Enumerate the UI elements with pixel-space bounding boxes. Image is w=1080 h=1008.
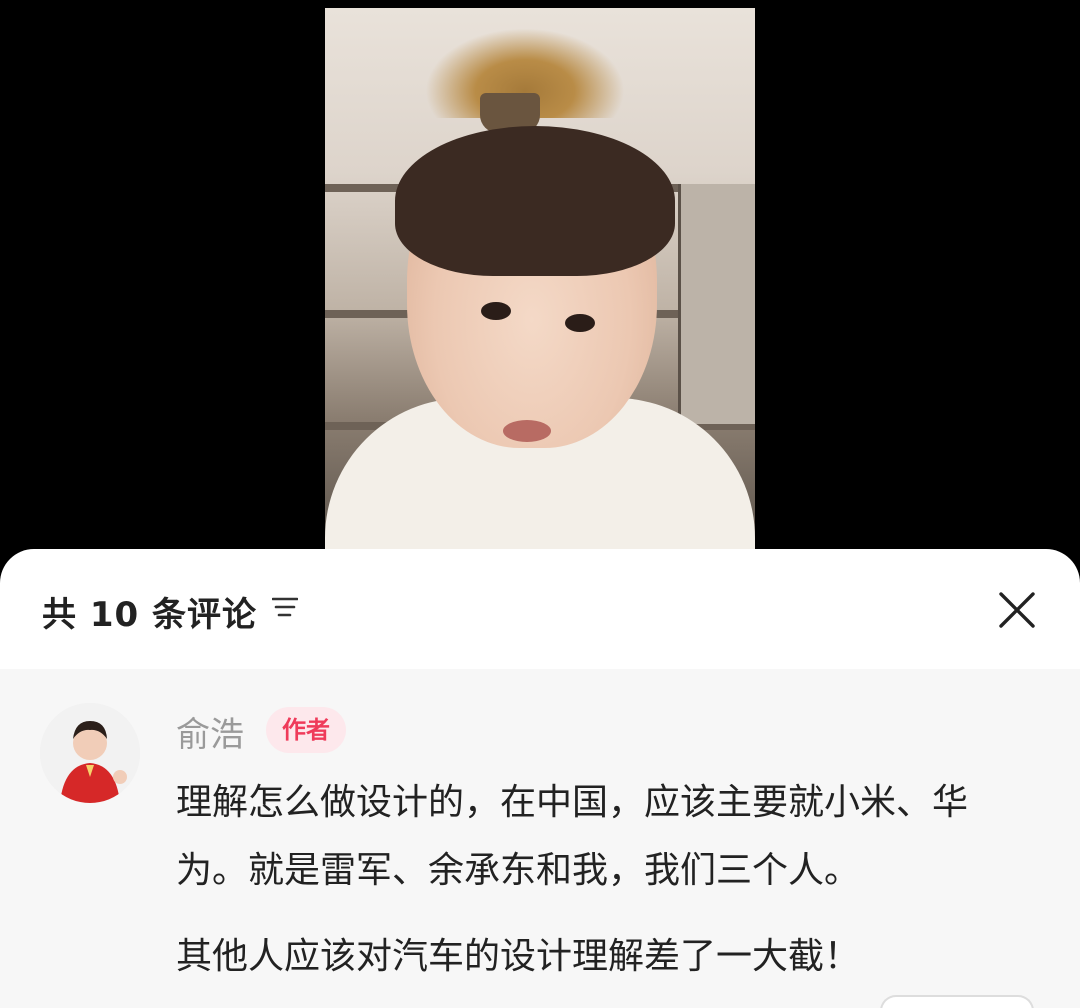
comment-paragraph: 理解怎么做设计的，在中国，应该主要就小米、华为。就是雷军、余承东和我，我们三个人… <box>176 782 969 891</box>
comments-header: 共 10 条评论 <box>0 549 1080 669</box>
video-player[interactable] <box>325 8 755 556</box>
author-name[interactable]: 俞浩 <box>176 707 244 756</box>
author-badge: 作者 <box>266 707 346 753</box>
comment-count: 共 10 条评论 <box>42 595 257 635</box>
comment-text: 理解怎么做设计的，在中国，应该主要就小米、华为。就是雷军、余承东和我，我们三个人… <box>176 769 1036 991</box>
cabinet <box>678 184 755 424</box>
person-eye <box>565 314 595 332</box>
comment-item: 俞浩 作者 理解怎么做设计的，在中国，应该主要就小米、华为。就是雷军、余承东和我… <box>0 669 1080 1008</box>
person-eye <box>481 302 511 320</box>
person-hair <box>395 126 675 276</box>
avatar[interactable] <box>40 703 140 803</box>
person-mouth <box>503 420 551 442</box>
close-icon[interactable] <box>996 589 1038 631</box>
reply-pill[interactable] <box>880 995 1034 1008</box>
sort-lines-icon[interactable] <box>272 595 298 619</box>
comment-paragraph: 其他人应该对汽车的设计理解差了一大截！ <box>176 936 861 977</box>
comments-panel: 共 10 条评论 俞浩 作者 理解怎么做设计的，在中国，应该主要就小米、华为。就… <box>0 549 1080 1008</box>
